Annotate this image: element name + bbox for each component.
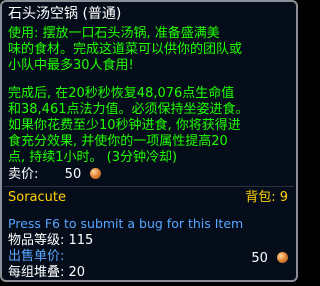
item-tooltip: 石头汤空锅 (普通) 使用: 摆放一口石头汤锅, 准备盛满美 味的食材。完成这道… <box>0 0 298 282</box>
item-title: 石头汤空锅 (普通) <box>8 6 122 22</box>
use-text-line-1: 使用: 摆放一口石头汤锅, 准备盛满美 <box>8 26 220 41</box>
sell-price-label: 卖价: <box>8 167 39 182</box>
bug-report-link[interactable]: Press F6 to submit a bug for this Item <box>8 216 243 232</box>
copper-coin-icon <box>277 252 288 263</box>
section-divider <box>4 186 294 187</box>
sell-price-row: 卖价: 50 <box>8 167 102 183</box>
copper-coin-icon <box>90 168 102 179</box>
effect-text-line-4: 食充分效果, 并使你的一项属性提高20 <box>8 134 228 149</box>
unit-price-amount: 50 <box>251 251 268 266</box>
unit-price-row: 50 <box>251 251 288 267</box>
stack-size: 每组堆叠: 20 <box>8 265 86 280</box>
item-level: 物品等级: 115 <box>8 233 94 248</box>
use-text-line-2: 味的食材。完成这道菜可以供你的团队或 <box>8 42 243 57</box>
effect-text-line-5: 点, 持续1小时。 (3分钟冷却) <box>8 150 178 165</box>
effect-text-line-3: 如果你花费至少10秒钟进食, 你将获得进 <box>8 118 241 133</box>
use-text-line-3: 小队中最多30人食用! <box>8 58 134 73</box>
effect-text-line-1: 完成后, 在20秒秒恢复48,076点生命值 <box>8 86 235 101</box>
sell-price-amount: 50 <box>64 167 82 182</box>
unit-price-label: 出售单价: <box>8 249 65 264</box>
effect-text-line-2: 和38,461点法力值。必须保持坐姿进食。 <box>8 102 249 117</box>
owner-name: Soracute <box>8 190 66 205</box>
bag-count: 背包: 9 <box>245 190 288 205</box>
